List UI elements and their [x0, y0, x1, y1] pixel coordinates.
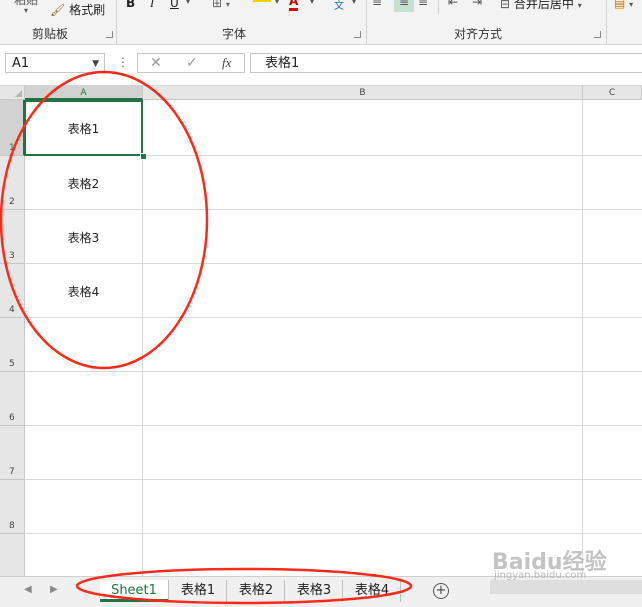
clipboard-group-label: 剪贴板 — [32, 27, 69, 41]
enter-icon[interactable]: ✓ — [186, 55, 198, 71]
format-painter-button[interactable]: 🖌 格式刷 — [50, 1, 105, 18]
merge-center-button[interactable]: ⊟ 合并后居中 ▾ — [500, 0, 582, 12]
merge-center-label: 合并后居中 — [513, 0, 574, 11]
border-button[interactable]: ⊞ ▾ — [212, 0, 230, 10]
phonetic-icon[interactable]: 文 — [334, 0, 344, 12]
baidu-watermark-url: jingyan.baidu.com — [494, 570, 587, 581]
tab-sheet1[interactable]: Sheet1 — [100, 580, 169, 602]
formula-buttons: ✕ ✓ fx — [137, 53, 245, 73]
row-header-1[interactable]: 1 — [0, 100, 25, 156]
paintbrush-icon: 🖌 — [50, 3, 66, 17]
name-box[interactable]: A1 ▼ — [5, 53, 105, 73]
cell-a4[interactable]: 表格4 — [25, 283, 142, 300]
fill-handle[interactable] — [140, 153, 147, 160]
row-header-3[interactable]: 3 — [0, 210, 25, 264]
cancel-icon[interactable]: ✕ — [150, 55, 162, 71]
decrease-indent-icon: ⇤ — [448, 0, 459, 9]
increase-indent-button[interactable]: ⇥ — [472, 0, 482, 9]
format-painter-label: 格式刷 — [69, 3, 106, 17]
increase-indent-icon: ⇥ — [472, 0, 483, 9]
bold-button[interactable]: B — [126, 0, 135, 10]
align-right-button[interactable]: ≡ — [418, 0, 428, 9]
font-group-label: 字体 — [222, 27, 247, 41]
ribbon: 粘贴 ▾ 🖌 格式刷 剪贴板 B I U ▾ ⊞ ▾ ▾ A ▾ 文 ▾ 字体 … — [0, 0, 642, 45]
worksheet-grid[interactable]: A B C 1 2 3 4 5 6 7 8 表格1 表格2 表格3 表格4 — [0, 86, 642, 576]
number-format-icon[interactable]: ▤ ▾ — [614, 0, 633, 10]
insert-function-icon[interactable]: fx — [222, 55, 231, 71]
tab-biaoge3[interactable]: 表格3 — [286, 580, 343, 602]
align-left-icon: ≡ — [372, 0, 383, 9]
row-header-9[interactable] — [0, 534, 25, 576]
fill-color-dropdown-icon[interactable]: ▾ — [275, 0, 279, 6]
fill-color-button[interactable] — [253, 0, 271, 2]
align-left-button[interactable]: ≡ — [372, 0, 382, 9]
formula-input[interactable]: 表格1 — [250, 53, 642, 73]
align-center-icon: ≡ — [398, 0, 410, 9]
underline-button[interactable]: U — [170, 0, 179, 10]
tab-biaoge2[interactable]: 表格2 — [228, 580, 285, 602]
align-center-button[interactable]: ≡ — [394, 0, 414, 12]
border-icon: ⊞ — [212, 0, 223, 10]
add-sheet-button[interactable]: + — [433, 583, 449, 599]
tab-biaoge1[interactable]: 表格1 — [170, 580, 227, 602]
row-header-7[interactable]: 7 — [0, 426, 25, 480]
chevron-down-icon[interactable]: ▼ — [92, 54, 99, 74]
column-header-c[interactable]: C — [583, 86, 642, 100]
formula-bar: A1 ▼ ⋮ ✕ ✓ fx 表格1 — [0, 45, 642, 86]
row-header-4[interactable]: 4 — [0, 264, 25, 318]
cell-a2[interactable]: 表格2 — [25, 175, 142, 192]
active-cell-border — [24, 100, 143, 156]
select-all-button[interactable] — [0, 86, 25, 100]
decrease-indent-button[interactable]: ⇤ — [448, 0, 458, 9]
formula-bar-grip-icon[interactable]: ⋮ — [117, 55, 129, 69]
clipboard-launcher-icon[interactable] — [106, 31, 113, 38]
horizontal-scrollbar[interactable] — [490, 580, 642, 594]
row-header-2[interactable]: 2 — [0, 156, 25, 210]
name-box-value: A1 — [12, 56, 30, 71]
cell-a3[interactable]: 表格3 — [25, 229, 142, 246]
alignment-launcher-icon[interactable] — [594, 31, 601, 38]
paste-dropdown-icon[interactable]: ▾ — [24, 6, 28, 15]
font-color-dropdown-icon[interactable]: ▾ — [310, 0, 314, 6]
row-header-5[interactable]: 5 — [0, 318, 25, 372]
font-color-button[interactable]: A — [289, 0, 299, 11]
merge-icon: ⊟ — [500, 0, 511, 11]
align-right-icon: ≡ — [418, 0, 429, 9]
alignment-group-label: 对齐方式 — [454, 27, 503, 41]
tab-biaoge4[interactable]: 表格4 — [344, 580, 401, 602]
column-header-a[interactable]: A — [25, 86, 143, 100]
phonetic-dropdown-icon[interactable]: ▾ — [352, 0, 356, 6]
italic-button[interactable]: I — [150, 0, 154, 11]
next-sheet-icon[interactable]: ▶ — [50, 584, 58, 595]
prev-sheet-icon[interactable]: ◀ — [24, 584, 32, 595]
column-header-b[interactable]: B — [143, 86, 583, 100]
underline-dropdown-icon[interactable]: ▾ — [186, 0, 190, 6]
row-header-8[interactable]: 8 — [0, 480, 25, 534]
row-header-6[interactable]: 6 — [0, 372, 25, 426]
font-launcher-icon[interactable] — [354, 31, 361, 38]
